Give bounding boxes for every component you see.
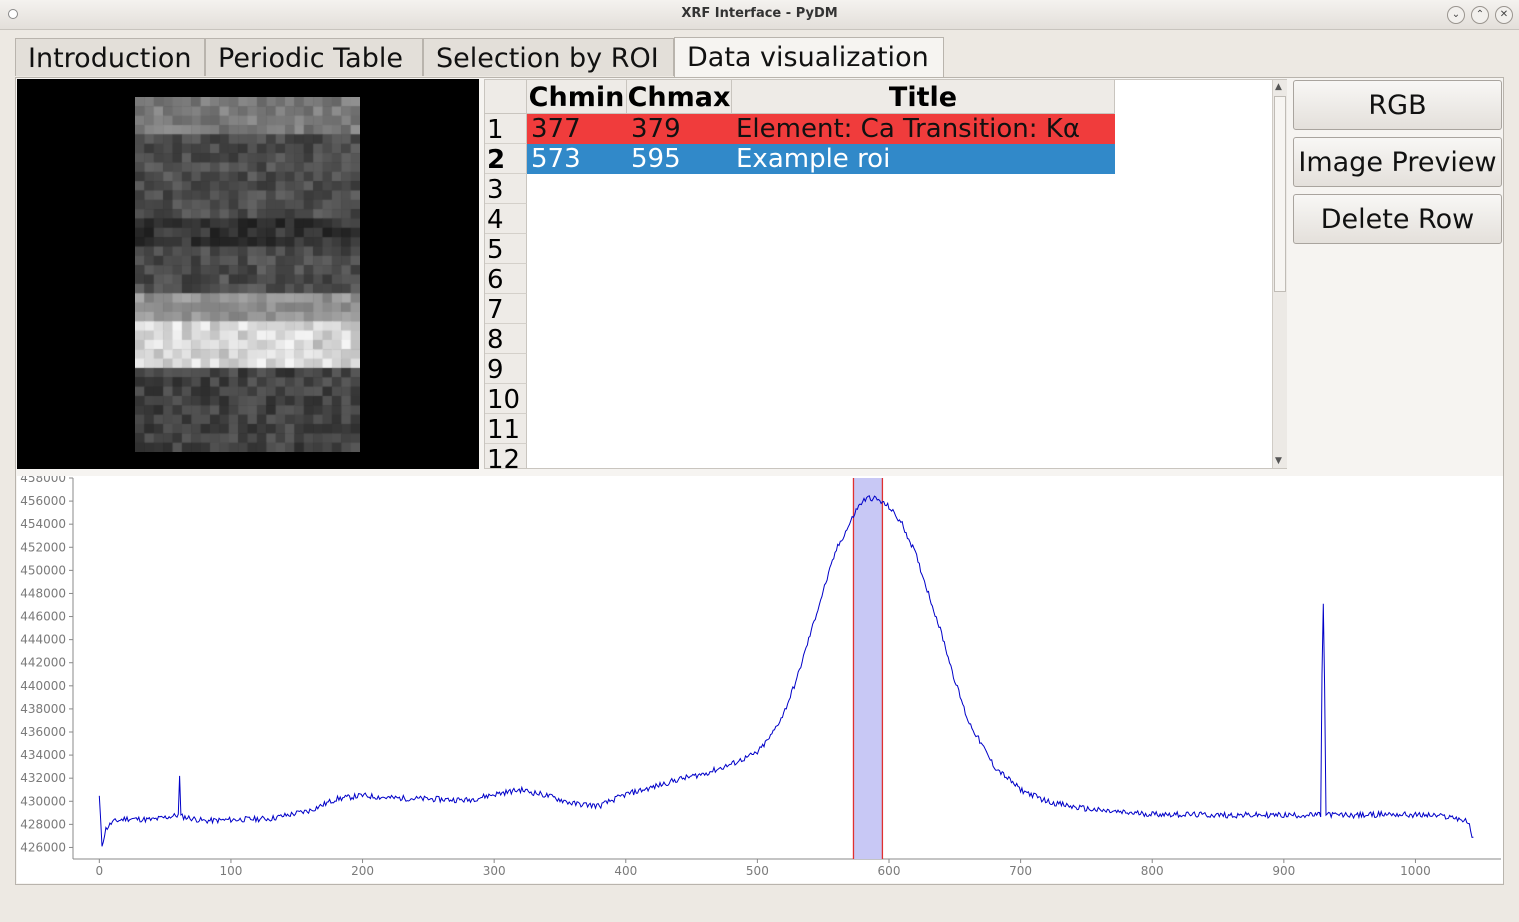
row-header[interactable]: 1: [485, 114, 527, 145]
scroll-down-icon[interactable]: ▼: [1275, 456, 1282, 466]
roi-image: [135, 97, 360, 452]
x-tick-label: 0: [96, 864, 104, 878]
y-tick-label: 430000: [20, 794, 66, 808]
row-header[interactable]: 10: [485, 384, 527, 415]
y-tick-label: 448000: [20, 586, 66, 600]
x-tick-label: 800: [1141, 864, 1164, 878]
cell-chmin[interactable]: 573: [527, 144, 627, 174]
x-tick-label: 600: [878, 864, 901, 878]
scroll-up-icon[interactable]: ▲: [1275, 82, 1282, 92]
roi-region: [853, 478, 883, 859]
row-header[interactable]: 7: [485, 294, 527, 325]
row-header[interactable]: 11: [485, 414, 527, 445]
window-titlebar: XRF Interface - PyDM ⌄ ⌃ ✕: [0, 0, 1519, 30]
table-corner: [485, 80, 527, 114]
x-tick-label: 900: [1272, 864, 1295, 878]
y-tick-label: 452000: [20, 540, 66, 554]
y-tick-label: 458000: [20, 476, 66, 485]
tab-data-visualization[interactable]: Data visualization: [674, 37, 944, 78]
minimize-icon[interactable]: ⌄: [1447, 6, 1465, 24]
y-tick-label: 446000: [20, 610, 66, 624]
y-tick-label: 436000: [20, 725, 66, 739]
spectrum-chart[interactable]: 426000 428000 430000 432000 434000 436000 4380…: [17, 471, 1503, 883]
x-tick-label: 300: [483, 864, 506, 878]
y-tick-label: 438000: [20, 702, 66, 716]
spectrum-plot[interactable]: 426000 428000 430000 432000 434000 436000 4380…: [17, 471, 1503, 883]
row-header[interactable]: 9: [485, 354, 527, 385]
x-tick-label: 700: [1009, 864, 1032, 878]
x-tick-label: 1000: [1400, 864, 1431, 878]
tab-periodic-table[interactable]: Periodic Table: [205, 38, 423, 76]
row-header[interactable]: 3: [485, 174, 527, 205]
row-header[interactable]: 8: [485, 324, 527, 355]
y-tick-label: 426000: [20, 840, 66, 854]
tab-introduction[interactable]: Introduction: [15, 38, 205, 76]
maximize-icon[interactable]: ⌃: [1471, 6, 1489, 24]
image-preview-button[interactable]: Image Preview: [1293, 137, 1502, 187]
y-tick-label: 442000: [20, 656, 66, 670]
row-header[interactable]: 6: [485, 264, 527, 295]
cell-chmax[interactable]: 379: [627, 114, 732, 144]
column-header-chmin[interactable]: Chmin: [527, 80, 627, 114]
x-tick-label: 100: [219, 864, 242, 878]
spectrum-line: [98, 495, 1474, 847]
y-tick-label: 432000: [20, 771, 66, 785]
image-view[interactable]: [17, 79, 479, 469]
y-tick-label: 434000: [20, 748, 66, 762]
row-header[interactable]: 4: [485, 204, 527, 235]
x-tick-label: 500: [746, 864, 769, 878]
cell-title[interactable]: Element: Ca Transition: Kα: [732, 114, 1115, 144]
table-vertical-scrollbar[interactable]: ▲ ▼: [1272, 80, 1287, 468]
roi-table[interactable]: Chmin Chmax Title 1 2 3 4 5 6 7 8 9 10 1…: [484, 79, 1287, 469]
close-icon[interactable]: ✕: [1495, 6, 1513, 24]
scrollbar-thumb[interactable]: [1274, 96, 1286, 292]
y-tick-label: 456000: [20, 494, 66, 508]
delete-row-button[interactable]: Delete Row: [1293, 194, 1502, 244]
x-tick-label: 200: [351, 864, 374, 878]
window-title: XRF Interface - PyDM: [681, 6, 838, 21]
status-bar: [0, 888, 1519, 922]
rgb-button[interactable]: RGB: [1293, 80, 1502, 130]
cell-chmin[interactable]: 377: [527, 114, 627, 144]
cell-chmax[interactable]: 595: [627, 144, 732, 174]
y-tick-label: 454000: [20, 517, 66, 531]
cell-title[interactable]: Example roi: [732, 144, 1115, 174]
row-header[interactable]: 5: [485, 234, 527, 265]
y-tick-label: 440000: [20, 679, 66, 693]
y-tick-label: 444000: [20, 633, 66, 647]
row-header[interactable]: 12: [485, 444, 527, 468]
column-header-chmax[interactable]: Chmax: [627, 80, 732, 114]
tab-selection-by-roi[interactable]: Selection by ROI: [423, 38, 674, 76]
y-tick-label: 450000: [20, 563, 66, 577]
y-tick-label: 428000: [20, 817, 66, 831]
column-header-title[interactable]: Title: [732, 80, 1115, 114]
row-header[interactable]: 2: [485, 144, 527, 175]
x-tick-label: 400: [614, 864, 637, 878]
